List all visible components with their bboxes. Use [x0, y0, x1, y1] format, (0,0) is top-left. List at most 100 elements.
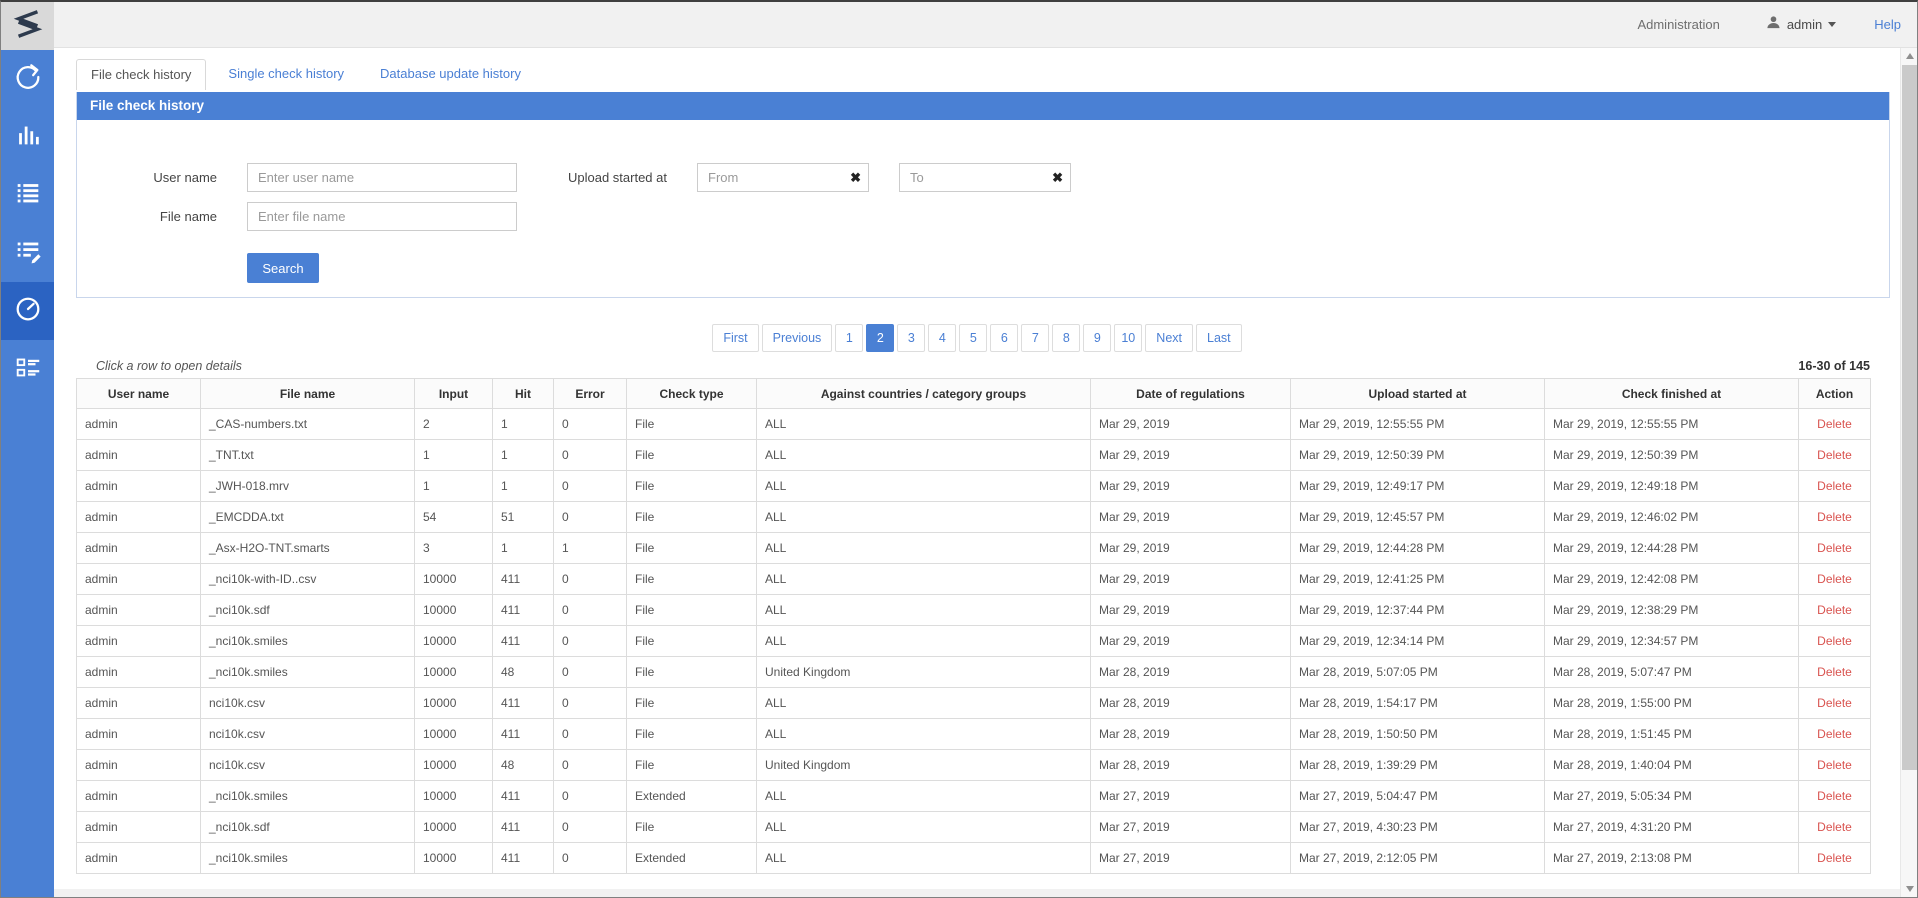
cell-file-name: _nci10k.sdf [201, 812, 415, 843]
delete-link[interactable]: Delete [1817, 479, 1852, 493]
to-date-input[interactable] [900, 164, 1030, 191]
tab-file-check-history[interactable]: File check history [76, 59, 206, 90]
sidebar-item-forms[interactable] [1, 340, 54, 398]
cell-hit: 411 [493, 781, 554, 812]
cell-date-of-regulations: Mar 29, 2019 [1091, 440, 1291, 471]
app-logo[interactable] [1, 2, 54, 50]
table-row[interactable]: admin_nci10k.smiles10000480FileUnited Ki… [77, 657, 1871, 688]
table-row[interactable]: adminnci10k.csv100004110FileALLMar 28, 2… [77, 688, 1871, 719]
delete-link[interactable]: Delete [1817, 727, 1852, 741]
clear-from-date-button[interactable]: ✖ [850, 168, 861, 188]
cell-date-of-regulations: Mar 27, 2019 [1091, 843, 1291, 874]
delete-link[interactable]: Delete [1817, 634, 1852, 648]
delete-link[interactable]: Delete [1817, 696, 1852, 710]
table-row[interactable]: admin_nci10k.smiles100004110FileALLMar 2… [77, 626, 1871, 657]
scrollbar-thumb[interactable] [1902, 65, 1917, 770]
cell-date-of-regulations: Mar 28, 2019 [1091, 657, 1291, 688]
table-row[interactable]: admin_CAS-numbers.txt210FileALLMar 29, 2… [77, 409, 1871, 440]
table-row[interactable]: admin_nci10k.sdf100004110FileALLMar 29, … [77, 595, 1871, 626]
table-row[interactable]: admin_EMCDDA.txt54510FileALLMar 29, 2019… [77, 502, 1871, 533]
table-row[interactable]: admin_nci10k.smiles100004110ExtendedALLM… [77, 781, 1871, 812]
scroll-down-arrow-icon[interactable] [1901, 881, 1918, 897]
scroll-up-arrow-icon[interactable] [1901, 48, 1918, 64]
table-row[interactable]: adminnci10k.csv10000480FileUnited Kingdo… [77, 750, 1871, 781]
delete-link[interactable]: Delete [1817, 820, 1852, 834]
user-name-input[interactable] [247, 163, 517, 192]
column-header-error: Error [554, 379, 627, 409]
page-button-10[interactable]: 10 [1114, 324, 1142, 352]
delete-link[interactable]: Delete [1817, 541, 1852, 555]
cell-error: 0 [554, 471, 627, 502]
file-name-input[interactable] [247, 202, 517, 231]
cell-input: 10000 [415, 657, 493, 688]
delete-link[interactable]: Delete [1817, 758, 1852, 772]
cell-error: 0 [554, 750, 627, 781]
delete-link[interactable]: Delete [1817, 789, 1852, 803]
sidebar-item-statistics[interactable] [1, 108, 54, 166]
cell-check-finished-at: Mar 28, 2019, 1:40:04 PM [1545, 750, 1799, 781]
search-button[interactable]: Search [247, 253, 319, 283]
user-menu[interactable]: admin [1766, 15, 1836, 35]
cell-error: 0 [554, 502, 627, 533]
page-button-4[interactable]: 4 [928, 324, 956, 352]
help-link[interactable]: Help [1874, 17, 1901, 32]
page-button-8[interactable]: 8 [1052, 324, 1080, 352]
page-button-1[interactable]: 1 [835, 324, 863, 352]
page-button-next[interactable]: Next [1145, 324, 1193, 352]
cell-action: Delete [1799, 626, 1871, 657]
delete-link[interactable]: Delete [1817, 572, 1852, 586]
person-icon [1766, 15, 1781, 35]
cell-action: Delete [1799, 750, 1871, 781]
cell-upload-started-at: Mar 29, 2019, 12:50:39 PM [1291, 440, 1545, 471]
cell-upload-started-at: Mar 29, 2019, 12:37:44 PM [1291, 595, 1545, 626]
cell-check-type: File [627, 595, 757, 626]
page-button-3[interactable]: 3 [897, 324, 925, 352]
sidebar-item-check-history[interactable] [1, 282, 54, 340]
sidebar-item-list[interactable] [1, 166, 54, 224]
page-button-2[interactable]: 2 [866, 324, 894, 352]
page-button-7[interactable]: 7 [1021, 324, 1049, 352]
table-header: User nameFile nameInputHitErrorCheck typ… [77, 379, 1871, 409]
page-button-last[interactable]: Last [1196, 324, 1242, 352]
page-button-5[interactable]: 5 [959, 324, 987, 352]
cell-against-countries-category-groups: ALL [757, 812, 1091, 843]
page-button-9[interactable]: 9 [1083, 324, 1111, 352]
delete-link[interactable]: Delete [1817, 510, 1852, 524]
page-button-6[interactable]: 6 [990, 324, 1018, 352]
cell-against-countries-category-groups: ALL [757, 688, 1091, 719]
list-icon [13, 178, 43, 213]
table-row[interactable]: admin_nci10k.smiles100004110ExtendedALLM… [77, 843, 1871, 874]
cell-upload-started-at: Mar 29, 2019, 12:44:28 PM [1291, 533, 1545, 564]
cell-check-finished-at: Mar 27, 2019, 4:31:20 PM [1545, 812, 1799, 843]
cell-check-finished-at: Mar 28, 2019, 1:51:45 PM [1545, 719, 1799, 750]
sidebar-item-list-edit[interactable] [1, 224, 54, 282]
tab-single-check-history[interactable]: Single check history [214, 59, 358, 90]
delete-link[interactable]: Delete [1817, 851, 1852, 865]
table-row[interactable]: admin_TNT.txt110FileALLMar 29, 2019Mar 2… [77, 440, 1871, 471]
cell-hit: 411 [493, 688, 554, 719]
panel-title: File check history [90, 98, 204, 113]
delete-link[interactable]: Delete [1817, 603, 1852, 617]
cell-input: 10000 [415, 688, 493, 719]
from-date-input[interactable] [698, 164, 828, 191]
column-header-against-countries-category-groups: Against countries / category groups [757, 379, 1091, 409]
delete-link[interactable]: Delete [1817, 417, 1852, 431]
scrollbar[interactable] [1900, 48, 1917, 897]
forms-icon [13, 352, 43, 387]
delete-link[interactable]: Delete [1817, 665, 1852, 679]
table-row[interactable]: admin_nci10k.sdf100004110FileALLMar 27, … [77, 812, 1871, 843]
page-button-first[interactable]: First [712, 324, 758, 352]
cell-check-type: File [627, 812, 757, 843]
delete-link[interactable]: Delete [1817, 448, 1852, 462]
cell-file-name: nci10k.csv [201, 719, 415, 750]
tab-database-update-history[interactable]: Database update history [366, 59, 535, 90]
table-row[interactable]: admin_nci10k-with-ID..csv100004110FileAL… [77, 564, 1871, 595]
page-button-previous[interactable]: Previous [762, 324, 833, 352]
table-row[interactable]: admin_JWH-018.mrv110FileALLMar 29, 2019M… [77, 471, 1871, 502]
cell-date-of-regulations: Mar 29, 2019 [1091, 564, 1291, 595]
clear-to-date-button[interactable]: ✖ [1052, 168, 1063, 188]
table-row[interactable]: admin_Asx-H2O-TNT.smarts311FileALLMar 29… [77, 533, 1871, 564]
table-row[interactable]: adminnci10k.csv100004110FileALLMar 28, 2… [77, 719, 1871, 750]
cell-error: 0 [554, 564, 627, 595]
sidebar-item-refresh[interactable] [1, 50, 54, 108]
